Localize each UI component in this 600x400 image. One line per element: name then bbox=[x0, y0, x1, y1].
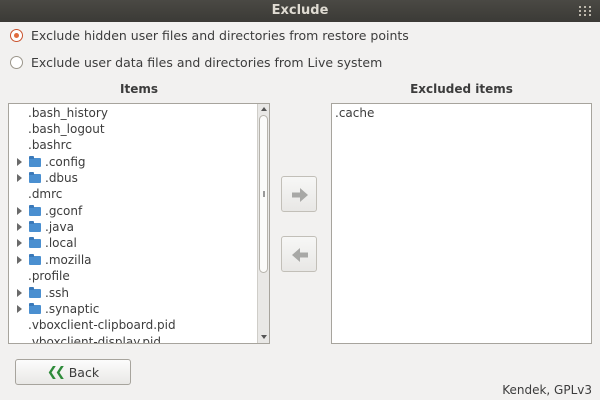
folder-icon bbox=[29, 205, 41, 216]
expander-icon[interactable] bbox=[17, 174, 22, 182]
expander-icon[interactable] bbox=[17, 239, 22, 247]
items-list[interactable]: .bash_history .bash_logout .bashrc .conf… bbox=[8, 103, 270, 344]
folder-icon bbox=[29, 237, 41, 248]
items-scrollbar[interactable] bbox=[257, 104, 269, 343]
add-to-excluded-button[interactable] bbox=[281, 176, 317, 212]
credit-label: Kendek, GPLv3 bbox=[502, 383, 592, 397]
items-title: Items bbox=[120, 82, 158, 96]
window-menu-icon[interactable] bbox=[579, 6, 591, 16]
expander-icon[interactable] bbox=[17, 256, 22, 264]
folder-icon bbox=[29, 254, 41, 265]
scroll-thumb[interactable] bbox=[259, 115, 268, 273]
expander-icon[interactable] bbox=[17, 207, 22, 215]
back-button-label: Back bbox=[68, 364, 100, 380]
arrow-right-icon bbox=[292, 188, 308, 202]
expander-icon[interactable] bbox=[17, 158, 22, 166]
folder-icon bbox=[29, 287, 41, 298]
arrow-left-icon bbox=[292, 248, 308, 262]
title-bar: Exclude bbox=[0, 0, 600, 22]
expander-icon[interactable] bbox=[17, 305, 22, 313]
excluded-items-list[interactable]: .cache bbox=[331, 103, 592, 344]
scroll-down-icon[interactable] bbox=[261, 335, 267, 339]
back-button[interactable]: ❮❮ Back bbox=[15, 359, 131, 385]
folder-icon bbox=[29, 156, 41, 167]
remove-from-excluded-button[interactable] bbox=[281, 236, 317, 272]
grip-icon bbox=[263, 191, 265, 197]
folder-icon bbox=[29, 221, 41, 232]
expander-icon[interactable] bbox=[17, 223, 22, 231]
option-exclude-live-label: Exclude user data files and directories … bbox=[31, 54, 383, 70]
radio-exclude-live[interactable] bbox=[10, 55, 23, 69]
expander-icon[interactable] bbox=[17, 289, 22, 297]
window-title: Exclude bbox=[271, 3, 329, 18]
double-chevron-left-icon: ❮❮ bbox=[46, 364, 66, 380]
option-exclude-hidden[interactable]: Exclude hidden user files and directorie… bbox=[10, 26, 409, 44]
option-exclude-live[interactable]: Exclude user data files and directories … bbox=[10, 53, 382, 71]
radio-exclude-hidden[interactable] bbox=[10, 28, 23, 42]
folder-icon bbox=[29, 303, 41, 314]
excluded-items-title: Excluded items bbox=[410, 82, 513, 96]
scroll-up-icon[interactable] bbox=[261, 107, 267, 111]
option-exclude-hidden-label: Exclude hidden user files and directorie… bbox=[31, 27, 409, 43]
folder-icon bbox=[29, 172, 41, 183]
